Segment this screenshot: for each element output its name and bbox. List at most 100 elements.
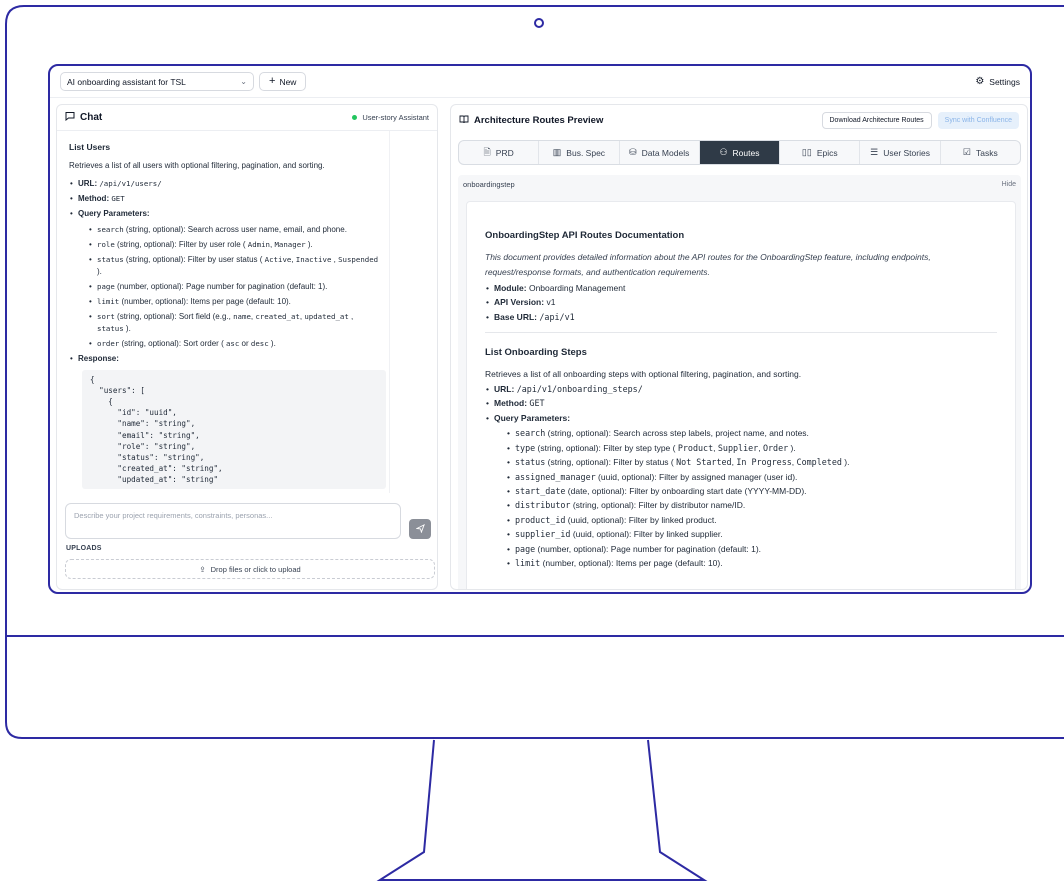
doc-query-item: Query Parameters: search (string, option… bbox=[485, 411, 997, 571]
version-value: v1 bbox=[546, 297, 556, 308]
doc-method-label: Method: bbox=[494, 398, 528, 409]
download-routes-button[interactable]: Download Architecture Routes bbox=[821, 111, 932, 129]
param-item: type (string, optional): Filter by step … bbox=[506, 441, 997, 456]
param-description: (uuid, optional): Filter by linked suppl… bbox=[570, 529, 723, 540]
param-description: (string, optional): Filter by step type … bbox=[535, 442, 678, 453]
param-value-code: status bbox=[97, 323, 124, 333]
param-item: distributor (string, optional): Filter b… bbox=[506, 498, 997, 513]
param-description: (uuid, optional): Filter by linked produ… bbox=[565, 514, 717, 525]
tab-user-stories[interactable]: ☰ User Stories bbox=[860, 141, 941, 164]
param-name: start_date bbox=[515, 485, 566, 496]
database-icon: ⛁ bbox=[629, 147, 637, 157]
param-suffix: ). bbox=[97, 266, 102, 276]
tab-prd[interactable]: 🗎 PRD bbox=[459, 141, 540, 164]
param-value-code: Inactive bbox=[295, 254, 332, 264]
method-label: Method: bbox=[78, 193, 110, 203]
scroll-fade bbox=[467, 580, 1015, 589]
send-button[interactable] bbox=[409, 519, 431, 539]
doc-param-list: search (string, optional): Search across… bbox=[494, 426, 997, 571]
param-name: type bbox=[515, 442, 536, 453]
list-icon: ☰ bbox=[870, 147, 879, 157]
chat-title: Chat bbox=[65, 111, 102, 124]
param-item: search (string, optional): Search across… bbox=[88, 224, 381, 236]
param-value-code: Order bbox=[762, 442, 789, 453]
checkbox-icon: ☑ bbox=[962, 147, 971, 157]
doc-section-intro: Retrieves a list of all onboarding steps… bbox=[485, 369, 802, 380]
param-item: limit (number, optional): Items per page… bbox=[506, 556, 997, 571]
status-dot-icon bbox=[352, 115, 358, 120]
tab-tasks[interactable]: ☑ Tasks bbox=[941, 141, 1020, 164]
param-item: search (string, optional): Search across… bbox=[506, 426, 997, 441]
chat-input[interactable]: Describe your project requirements, cons… bbox=[65, 503, 401, 539]
tab-bus-spec[interactable]: ▥ Bus. Spec bbox=[539, 141, 620, 164]
chat-header: Chat User-story Assistant bbox=[57, 105, 437, 131]
param-description: (string, optional): Filter by status ( bbox=[545, 457, 677, 468]
tab-label: Routes bbox=[732, 147, 760, 158]
doc-url-label: URL: bbox=[494, 383, 515, 394]
param-item: sort (string, optional): Sort field (e.g… bbox=[88, 311, 381, 335]
tab-label: User Stories bbox=[883, 147, 930, 158]
response-label: Response: bbox=[78, 353, 119, 363]
param-name: assigned_manager bbox=[515, 471, 596, 482]
param-value-code: Product bbox=[677, 442, 714, 453]
url-value: /api/v1/users/ bbox=[99, 178, 162, 188]
url-label: URL: bbox=[78, 178, 98, 188]
query-label: Query Parameters: bbox=[78, 208, 150, 218]
new-button-label: New bbox=[279, 76, 297, 87]
param-item: order (string, optional): Sort order ( a… bbox=[88, 338, 381, 350]
settings-button[interactable]: ⚙ Settings bbox=[975, 76, 1020, 87]
tab-epics[interactable]: ▯▯ Epics bbox=[780, 141, 861, 164]
upload-dropzone[interactable]: ⇪ Drop files or click to upload bbox=[65, 559, 435, 579]
sync-confluence-button[interactable]: Sync with Confluence bbox=[937, 111, 1019, 129]
param-suffix: ). bbox=[841, 457, 850, 468]
settings-label: Settings bbox=[989, 76, 1020, 87]
file-bar: onboardingstep Hide bbox=[458, 175, 1021, 193]
param-item: start_date (date, optional): Filter by o… bbox=[506, 484, 997, 499]
param-name: distributor bbox=[515, 500, 571, 511]
tab-label: Bus. Spec bbox=[566, 147, 606, 158]
param-name: order bbox=[97, 338, 120, 348]
chevron-down-icon: ⌄ bbox=[240, 77, 247, 86]
chat-input-placeholder: Describe your project requirements, cons… bbox=[74, 511, 273, 520]
architecture-title: Architecture Routes Preview bbox=[459, 114, 603, 127]
doc-url-item: URL: /api/v1/onboarding_steps/ bbox=[485, 382, 997, 397]
param-suffix: ). bbox=[268, 338, 276, 348]
module-value: Onboarding Management bbox=[528, 283, 626, 294]
param-value-code: Admin bbox=[247, 239, 270, 249]
param-description: (date, optional): Filter by onboarding s… bbox=[565, 485, 807, 496]
section-divider bbox=[485, 332, 997, 334]
param-description: (number, optional): Items per page (defa… bbox=[119, 296, 291, 306]
param-value-code: name bbox=[233, 311, 251, 321]
base-url-item: Base URL: /api/v1 bbox=[485, 310, 997, 325]
architecture-header: Architecture Routes Preview Download Arc… bbox=[451, 105, 1027, 135]
plus-icon: + bbox=[269, 75, 276, 87]
doc-method-item: Method: GET bbox=[485, 396, 997, 411]
param-separator: or bbox=[239, 338, 251, 348]
param-name: limit bbox=[515, 558, 541, 569]
chat-title-text: Chat bbox=[80, 112, 103, 123]
hide-button[interactable]: Hide bbox=[1002, 181, 1016, 188]
url-item: URL: /api/v1/users/ bbox=[69, 178, 381, 190]
tab-routes[interactable]: ⚇ Routes bbox=[699, 141, 781, 164]
chat-param-list: search (string, optional): Search across… bbox=[78, 224, 381, 350]
base-url-label: Base URL: bbox=[494, 311, 537, 322]
param-name: search bbox=[515, 428, 546, 439]
tab-data-models[interactable]: ⛁ Data Models bbox=[620, 141, 700, 164]
param-description: (string, optional): Filter by user role … bbox=[114, 239, 248, 249]
chat-bubble-icon bbox=[65, 111, 75, 124]
param-value-code: Supplier bbox=[717, 442, 759, 453]
param-value-code: desc bbox=[250, 338, 269, 348]
assistant-name: User-story Assistant bbox=[362, 113, 429, 122]
param-value-code: asc bbox=[225, 338, 240, 348]
param-item: role (string, optional): Filter by user … bbox=[88, 239, 381, 251]
architecture-title-text: Architecture Routes Preview bbox=[474, 114, 604, 126]
chat-messages: List Users Retrieves a list of all users… bbox=[57, 131, 391, 493]
document-content: OnboardingStep API Routes Documentation … bbox=[466, 201, 1016, 589]
param-name: page bbox=[97, 281, 115, 291]
project-select[interactable]: AI onboarding assistant for TSL ⌄ bbox=[60, 72, 254, 91]
doc-method-value: GET bbox=[529, 398, 545, 409]
param-description: (number, optional): Page number for pagi… bbox=[114, 281, 328, 291]
tab-label: PRD bbox=[495, 147, 514, 158]
param-name: product_id bbox=[515, 514, 566, 525]
new-button[interactable]: + New bbox=[259, 72, 307, 91]
